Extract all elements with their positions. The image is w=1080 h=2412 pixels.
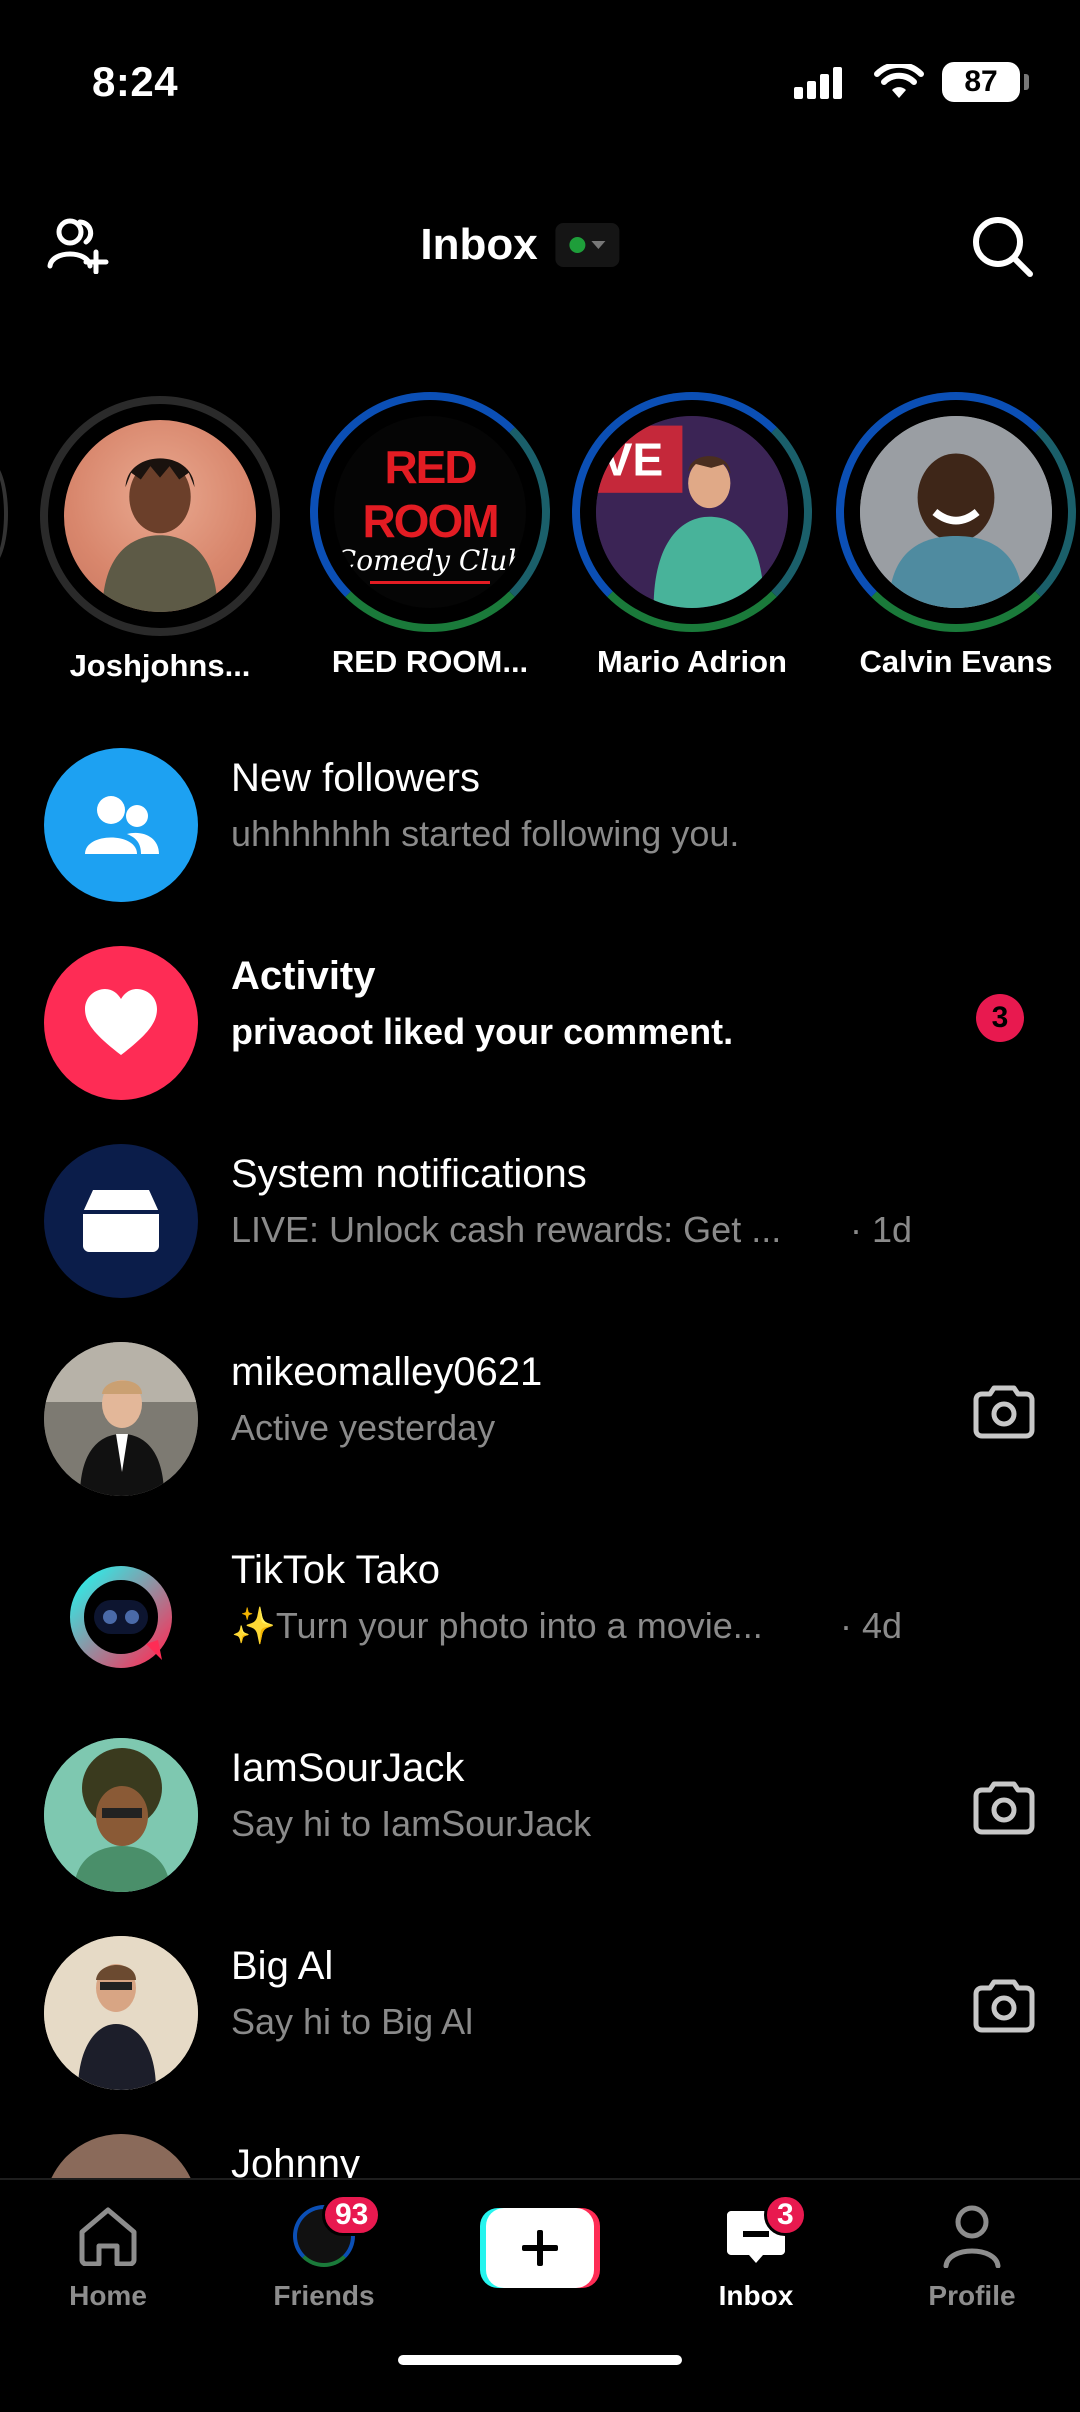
list-item-subtitle: Active yesterday bbox=[231, 1407, 496, 1448]
list-item-title: IamSourJack bbox=[231, 1746, 465, 1790]
story-name: Joshjohns... bbox=[69, 648, 251, 683]
story-name: Calvin Evans bbox=[859, 644, 1053, 679]
list-item-conversation[interactable]: IamSourJack Say hi to IamSourJack bbox=[0, 1728, 1080, 1918]
tako-bot-icon bbox=[70, 1566, 172, 1668]
list-item-title: mikeomalley0621 bbox=[231, 1350, 543, 1394]
status-indicators: 87 bbox=[794, 62, 1029, 102]
search-button[interactable] bbox=[970, 214, 1036, 285]
camera-icon bbox=[973, 1385, 1035, 1439]
home-icon bbox=[79, 2207, 137, 2266]
avatar bbox=[44, 1936, 198, 2090]
friends-badge: 93 bbox=[322, 2194, 382, 2236]
nav-profile-label: Profile bbox=[928, 2280, 1016, 2311]
story-name: RED ROOM... bbox=[331, 644, 529, 679]
page-title: Inbox bbox=[420, 220, 538, 269]
nav-home-label: Home bbox=[69, 2280, 147, 2311]
camera-button[interactable] bbox=[972, 1384, 1036, 1445]
list-item-subtitle: LIVE: Unlock cash rewards: Get ... bbox=[231, 1209, 782, 1250]
list-item-title: TikTok Tako bbox=[231, 1548, 440, 1592]
list-item-title: Big Al bbox=[231, 1944, 334, 1988]
online-dot-icon bbox=[569, 237, 586, 253]
list-item-conversation[interactable]: mikeomalley0621 Active yesterday bbox=[0, 1332, 1080, 1522]
inbox-badge: 3 bbox=[764, 2194, 807, 2236]
timestamp: · 1d bbox=[850, 1209, 913, 1250]
svg-text:VE: VE bbox=[602, 434, 663, 486]
avatar bbox=[44, 748, 198, 902]
heart-icon bbox=[85, 989, 157, 1055]
add-user-icon bbox=[47, 218, 109, 275]
camera-icon bbox=[973, 1979, 1035, 2033]
list-item-subtitle: privaoot liked your comment. bbox=[231, 1011, 734, 1052]
nav-inbox[interactable]: Inbox 3 bbox=[656, 2194, 856, 2312]
list-item-subtitle: uhhhhhhh started following you. bbox=[231, 813, 740, 854]
battery-level: 87 bbox=[964, 65, 998, 98]
story-item[interactable]: Calvin Evans bbox=[826, 392, 1080, 680]
people-icon bbox=[85, 796, 159, 854]
list-item-title: Johnny bbox=[231, 2142, 360, 2178]
list-item-conversation[interactable]: Big Al Say hi to Big Al bbox=[0, 1926, 1080, 2116]
avatar: VE bbox=[596, 416, 788, 608]
story-partial[interactable] bbox=[0, 460, 8, 568]
wifi-icon bbox=[874, 64, 924, 98]
plus-icon bbox=[522, 2230, 558, 2266]
nav-friends-label: Friends bbox=[273, 2280, 375, 2311]
nav-friends[interactable]: Friends 93 bbox=[224, 2194, 424, 2312]
list-item-conversation[interactable]: Johnny bbox=[0, 2124, 1080, 2178]
bottom-nav: Home Friends 93 Inbox 3 Profile bbox=[0, 2178, 1080, 2412]
presence-status[interactable] bbox=[555, 223, 620, 267]
story-item[interactable]: Joshjohns... bbox=[30, 396, 290, 684]
home-indicator[interactable] bbox=[398, 2355, 682, 2365]
add-friends-button[interactable] bbox=[42, 214, 112, 279]
nav-inbox-label: Inbox bbox=[718, 2280, 794, 2311]
list-item-new-followers[interactable]: New followers uhhhhhhh started following… bbox=[0, 738, 1080, 928]
camera-icon bbox=[973, 1781, 1035, 1835]
story-item[interactable]: VE Mario Adrion bbox=[562, 392, 822, 680]
battery-icon: 87 bbox=[942, 62, 1029, 102]
avatar bbox=[44, 1540, 198, 1694]
list-item-title: System notifications bbox=[231, 1152, 587, 1196]
avatar bbox=[44, 1342, 198, 1496]
story-item[interactable]: RED ROOM Comedy Club RED ROOM... bbox=[300, 392, 560, 680]
avatar bbox=[860, 416, 1052, 608]
profile-icon bbox=[943, 2205, 1001, 2268]
avatar bbox=[44, 1738, 198, 1892]
status-time: 8:24 bbox=[92, 58, 179, 105]
camera-button[interactable] bbox=[972, 1978, 1036, 2039]
list-item-system-notifications[interactable]: System notifications LIVE: Unlock cash r… bbox=[0, 1134, 1080, 1324]
story-logo-subtext: Comedy Club bbox=[334, 544, 526, 577]
list-item-subtitle: Say hi to IamSourJack bbox=[231, 1803, 592, 1844]
unread-badge: 3 bbox=[976, 994, 1024, 1042]
list-item-subtitle: ✨Turn your photo into a movie... bbox=[231, 1605, 763, 1646]
signal-icon bbox=[794, 67, 842, 99]
avatar bbox=[44, 1144, 198, 1298]
list-item-activity[interactable]: Activity privaoot liked your comment. 3 bbox=[0, 936, 1080, 1126]
list-item-title: New followers bbox=[231, 756, 480, 800]
page-title-group[interactable]: Inbox bbox=[420, 220, 620, 270]
chevron-down-icon bbox=[591, 241, 606, 249]
list-item-title: Activity bbox=[231, 954, 376, 998]
avatar bbox=[102, 458, 218, 612]
search-icon bbox=[973, 217, 1033, 277]
story-name: Mario Adrion bbox=[596, 644, 787, 679]
avatar bbox=[44, 946, 198, 1100]
nav-profile[interactable]: Profile bbox=[872, 2200, 1072, 2312]
avatar bbox=[44, 2134, 198, 2178]
timestamp: · 4d bbox=[840, 1605, 903, 1646]
nav-home[interactable]: Home bbox=[8, 2200, 208, 2312]
camera-button[interactable] bbox=[972, 1780, 1036, 1841]
inbox-tray-icon bbox=[83, 1190, 159, 1252]
list-item-subtitle: Say hi to Big Al bbox=[231, 2001, 474, 2042]
create-button[interactable] bbox=[480, 2208, 600, 2288]
list-item-tiktok-tako[interactable]: TikTok Tako ✨Turn your photo into a movi… bbox=[0, 1530, 1080, 1720]
story-logo-text: RED ROOM bbox=[362, 441, 499, 547]
